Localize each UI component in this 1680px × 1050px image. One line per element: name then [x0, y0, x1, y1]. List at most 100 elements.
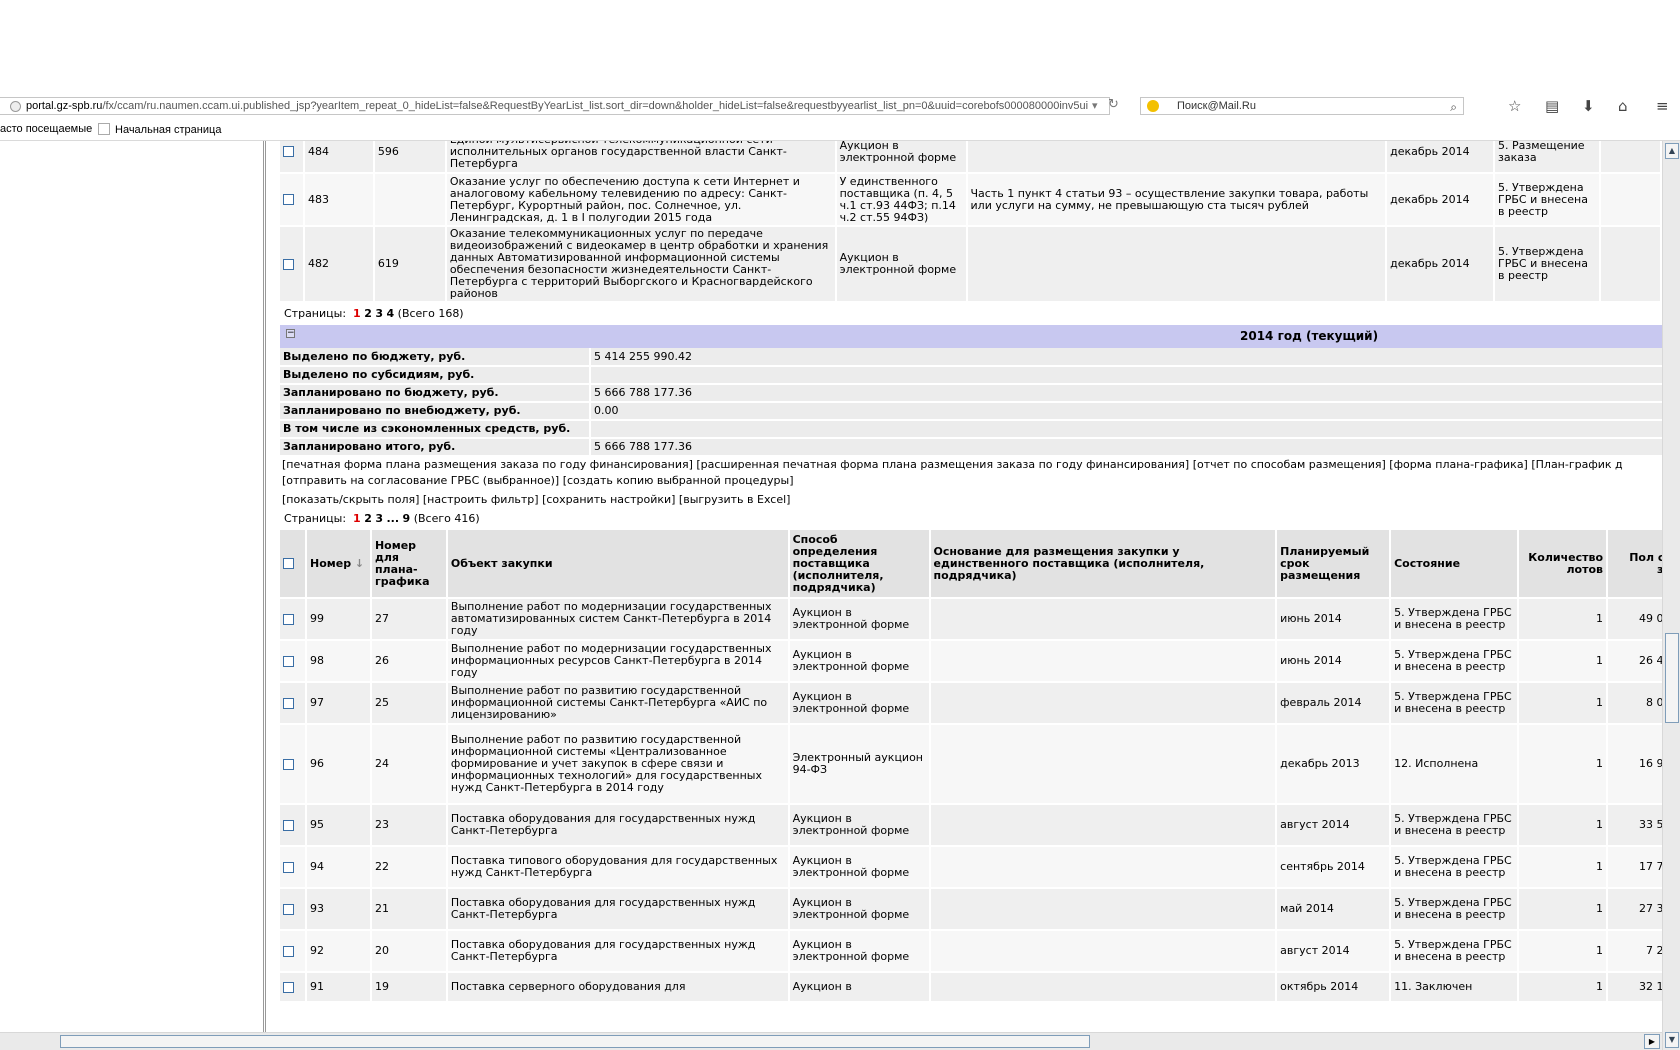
select-all-checkbox[interactable]	[283, 558, 294, 569]
home-icon[interactable]: ⌂	[1618, 97, 1628, 115]
bookmark-most-visited[interactable]: асто посещаемые	[0, 123, 92, 135]
table-row[interactable]: 92 20 Поставка оборудования для государств…	[280, 930, 1662, 973]
table-row[interactable]: 482 619 Оказание телекоммуникационных услу…	[280, 226, 1662, 303]
row-select-cell[interactable]	[280, 724, 307, 805]
reload-icon[interactable]: ↻	[1108, 97, 1119, 112]
table-row[interactable]: 97 25 Выполнение работ по развитию государ…	[280, 682, 1662, 725]
page-link[interactable]: 2	[364, 512, 372, 525]
row-checkbox[interactable]	[283, 981, 294, 993]
row-select-cell[interactable]	[280, 640, 307, 683]
row-checkbox[interactable]	[283, 697, 294, 709]
row-plan-no: 19	[370, 972, 448, 1003]
row-select-cell[interactable]	[280, 226, 305, 303]
download-icon[interactable]: ⬇	[1582, 97, 1595, 115]
search-placeholder: Поиск@Mail.Ru	[1177, 100, 1256, 112]
row-select-cell[interactable]	[280, 846, 307, 889]
bookmark-start-page[interactable]: Начальная страница	[98, 123, 221, 136]
column-state[interactable]: Состояние	[1390, 530, 1520, 599]
row-select-cell[interactable]	[280, 141, 305, 174]
column-number[interactable]: Номер ↓	[305, 530, 372, 599]
row-extra	[1600, 226, 1662, 303]
row-state: 5. Утверждена ГРБС и внесена в реестр	[1390, 598, 1520, 641]
vertical-scrollbar[interactable]: ▲ ▼	[1662, 141, 1680, 1050]
column-basis[interactable]: Основание для размещения закупки у единс…	[929, 530, 1278, 599]
row-select-cell[interactable]	[280, 598, 307, 641]
table-row[interactable]: 91 19 Поставка серверного оборудования для…	[280, 972, 1662, 1003]
scroll-down-icon[interactable]: ▼	[1665, 1032, 1679, 1048]
bookmark-star-icon[interactable]: ☆	[1508, 97, 1521, 115]
row-term: октябрь 2014	[1276, 972, 1392, 1003]
column-plan-no[interactable]: Номер для плана-графика	[370, 530, 448, 599]
table-row[interactable]: 95 23 Поставка оборудования для государств…	[280, 804, 1662, 847]
bookmarks-bar: асто посещаемые Начальная страница	[0, 119, 1680, 141]
pager-total: (Всего 168)	[397, 307, 464, 320]
address-bar[interactable]: portal.gz-spb.ru/fx/ccam/ru.naumen.ccam.…	[0, 97, 1110, 115]
row-select-cell[interactable]	[280, 173, 305, 227]
sort-down-icon[interactable]: ↓	[355, 557, 364, 570]
table-row[interactable]: 98 26 Выполнение работ по модернизации гос…	[280, 640, 1662, 683]
search-icon[interactable]: ⌕	[1450, 99, 1457, 115]
page-link[interactable]: 1	[353, 307, 361, 320]
row-select-cell[interactable]	[280, 972, 307, 1003]
horizontal-scroll-thumb[interactable]	[60, 1035, 1090, 1048]
page-link[interactable]: 1	[353, 512, 361, 525]
row-checkbox[interactable]	[283, 945, 294, 957]
row-checkbox[interactable]	[283, 903, 294, 915]
table-row[interactable]: 484596Единой мультисервисной телекоммуни…	[280, 141, 1662, 174]
row-checkbox[interactable]	[283, 146, 294, 157]
main-pager: Страницы: 1 2 3 ... 9 (Всего 416)	[280, 508, 1662, 530]
row-checkbox[interactable]	[283, 194, 294, 205]
row-select-cell[interactable]	[280, 930, 307, 973]
pager-total: (Всего 416)	[413, 512, 480, 525]
search-box[interactable]: Поиск@Mail.Ru ⌕	[1140, 97, 1464, 115]
scroll-up-icon[interactable]: ▲	[1665, 143, 1679, 159]
row-plan-no: 23	[370, 804, 448, 847]
page-link[interactable]: 2	[364, 307, 372, 320]
row-checkbox[interactable]	[283, 655, 294, 667]
column-lots[interactable]: Количество лотов	[1518, 530, 1609, 599]
row-select-cell[interactable]	[280, 682, 307, 725]
scroll-right-icon[interactable]: ▶	[1644, 1034, 1660, 1049]
vertical-scroll-thumb[interactable]	[1665, 633, 1679, 723]
row-plan-no: 596	[373, 141, 447, 174]
main-content: 484596Единой мультисервисной телекоммуни…	[280, 141, 1662, 1048]
column-method[interactable]: Способ определения поставщика (исполните…	[788, 530, 931, 599]
row-basis	[966, 226, 1388, 303]
collapse-icon[interactable]: −	[286, 329, 295, 338]
row-checkbox[interactable]	[283, 861, 294, 873]
action-links[interactable]: [отправить на согласование ГРБС (выбранн…	[280, 473, 1662, 489]
page-link[interactable]: 3	[375, 307, 383, 320]
table-row[interactable]: 93 21 Поставка оборудования для государств…	[280, 888, 1662, 931]
page-link[interactable]: 9	[403, 512, 411, 525]
column-term[interactable]: Планируемый срок размещения	[1276, 530, 1392, 599]
column-object[interactable]: Объект закупки	[446, 530, 790, 599]
left-panel	[0, 141, 266, 1050]
row-id: 93	[305, 888, 372, 931]
row-checkbox[interactable]	[283, 613, 294, 625]
table-row[interactable]: 96 24 Выполнение работ по развитию государ…	[280, 724, 1662, 805]
table-row[interactable]: 483 Оказание услуг по обеспечению доступа…	[280, 173, 1662, 227]
select-all-header[interactable]	[280, 530, 307, 599]
page-link[interactable]: 3	[375, 512, 383, 525]
column-cost[interactable]: Пол стоим зак (р	[1607, 530, 1662, 599]
row-select-cell[interactable]	[280, 804, 307, 847]
menu-icon[interactable]: ≡	[1656, 97, 1669, 115]
row-checkbox[interactable]	[283, 819, 294, 831]
row-state: 5. Размещение заказа	[1494, 141, 1601, 174]
table-tools-links[interactable]: [показать/скрыть поля] [настроить фильтр…	[280, 492, 1662, 508]
row-checkbox[interactable]	[283, 758, 294, 770]
finance-label: Запланировано по внебюджету, руб.	[280, 402, 591, 421]
row-cost: 7 231 98	[1607, 930, 1662, 973]
search-engine-icon[interactable]	[1147, 100, 1159, 112]
table-row[interactable]: 94 22 Поставка типового оборудования для г…	[280, 846, 1662, 889]
horizontal-scrollbar[interactable]: ▶	[0, 1032, 1662, 1050]
dropdown-arrow-icon[interactable]: ▾	[1092, 99, 1098, 112]
row-term: декабрь 2013	[1276, 724, 1392, 805]
report-links[interactable]: [печатная форма плана размещения заказа …	[280, 457, 1662, 473]
page-link[interactable]: 4	[387, 307, 395, 320]
row-method: Аукцион в электронной форме	[835, 141, 968, 174]
table-row[interactable]: 99 27 Выполнение работ по модернизации гос…	[280, 598, 1662, 641]
bookmarks-list-icon[interactable]: ▤	[1545, 97, 1559, 115]
row-checkbox[interactable]	[283, 258, 294, 270]
row-select-cell[interactable]	[280, 888, 307, 931]
